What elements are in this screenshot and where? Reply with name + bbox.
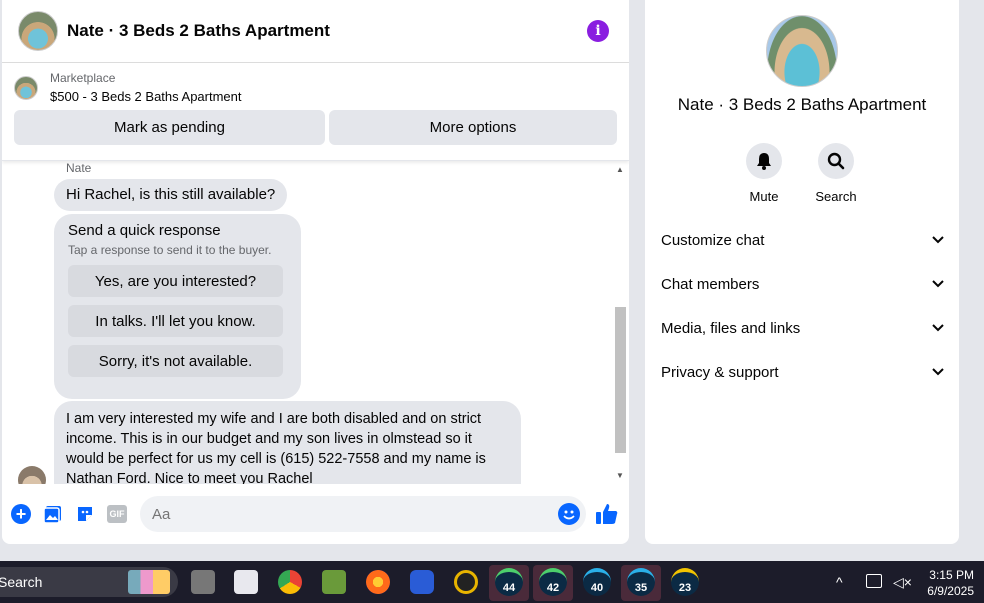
chevron-up-icon[interactable]: ^ [836, 574, 843, 590]
shield-app-icon[interactable] [410, 570, 434, 594]
chevron-down-icon [931, 365, 945, 379]
firefox-icon[interactable] [366, 570, 390, 594]
scrollbar-thumb[interactable] [615, 307, 626, 453]
speedometer-app-icon[interactable]: 40 [583, 568, 611, 596]
speedometer-app-icon[interactable]: 35 [627, 568, 655, 596]
search-icon[interactable] [818, 143, 854, 179]
section-label: Chat members [661, 275, 760, 293]
info-panel: Nate · 3 Beds 2 Baths Apartment Mute Sea… [645, 0, 959, 544]
composer: + GIF [2, 484, 629, 544]
chat-panel: Nate · 3 Beds 2 Baths Apartment i Market… [2, 0, 629, 544]
info-title: Nate · 3 Beds 2 Baths Apartment [677, 95, 927, 114]
task-view-icon[interactable] [191, 570, 215, 594]
quick-response-card: Send a quick response Tap a response to … [54, 214, 301, 399]
listing-avatar[interactable] [18, 11, 58, 51]
sender-name: Nate [66, 161, 92, 175]
taskbar-search[interactable]: Search [0, 567, 178, 597]
section-media-files-links[interactable]: Media, files and links [661, 306, 945, 350]
chevron-down-icon [931, 321, 945, 335]
network-icon[interactable] [866, 574, 882, 588]
search-button[interactable]: Search [806, 143, 866, 204]
mute-button[interactable]: Mute [734, 143, 794, 204]
chrome-icon[interactable] [278, 570, 302, 594]
x-app-icon[interactable] [454, 570, 478, 594]
chevron-down-icon [931, 277, 945, 291]
message-bubble[interactable]: I am very interested my wife and I are b… [54, 401, 521, 484]
listing-thumbnail[interactable] [14, 75, 38, 100]
message-input[interactable] [152, 505, 552, 523]
scroll-down-icon[interactable]: ▼ [616, 471, 624, 480]
quick-response-in-talks-button[interactable]: In talks. I'll let you know. [68, 305, 283, 337]
clock-date: 6/9/2025 [927, 584, 974, 598]
gif-icon[interactable]: GIF [106, 503, 128, 525]
quick-response-not-available-button[interactable]: Sorry, it's not available. [68, 345, 283, 377]
mute-label: Mute [749, 189, 779, 204]
quick-response-title: Send a quick response [68, 222, 221, 239]
search-label: Search [815, 189, 857, 204]
quick-response-yes-button[interactable]: Yes, are you interested? [68, 265, 283, 297]
photo-icon[interactable] [42, 503, 64, 525]
section-label: Privacy & support [661, 363, 779, 381]
bell-icon[interactable] [746, 143, 782, 179]
snipping-tool-icon[interactable] [234, 570, 258, 594]
sticker-icon[interactable] [74, 503, 96, 525]
section-label: Media, files and links [661, 319, 801, 337]
sender-avatar [18, 466, 46, 484]
spreadsheet-icon[interactable] [322, 570, 346, 594]
listing-avatar-large [766, 15, 838, 87]
listing-title[interactable]: $500 - 3 Beds 2 Baths Apartment [50, 89, 242, 104]
scroll-up-icon[interactable]: ▲ [616, 165, 624, 174]
section-privacy-support[interactable]: Privacy & support [661, 350, 945, 394]
clock-time: 3:15 PM [929, 568, 974, 582]
message-list[interactable]: Nate Hi Rachel, is this still available?… [2, 161, 612, 484]
more-options-button[interactable]: More options [329, 110, 617, 145]
section-label: Customize chat [661, 231, 765, 249]
section-customize-chat[interactable]: Customize chat [661, 218, 945, 262]
info-icon[interactable]: i [587, 20, 609, 42]
plus-icon[interactable]: + [10, 503, 32, 525]
section-chat-members[interactable]: Chat members [661, 262, 945, 306]
search-highlight-icon [128, 570, 170, 594]
chat-header: Nate · 3 Beds 2 Baths Apartment i [2, 0, 629, 63]
marketplace-label: Marketplace [50, 71, 116, 85]
emoji-icon[interactable] [558, 503, 580, 525]
message-input-wrapper [140, 496, 586, 532]
thumbs-up-icon[interactable] [595, 502, 619, 531]
chevron-down-icon [931, 233, 945, 247]
clock[interactable]: 3:15 PM 6/9/2025 [927, 567, 974, 599]
message-bubble[interactable]: Hi Rachel, is this still available? [54, 179, 288, 211]
speedometer-app-icon[interactable]: 44 [495, 568, 523, 596]
chat-title[interactable]: Nate · 3 Beds 2 Baths Apartment [67, 21, 330, 41]
mark-as-pending-button[interactable]: Mark as pending [14, 110, 325, 145]
marketplace-banner: Marketplace $500 - 3 Beds 2 Baths Apartm… [2, 63, 629, 161]
quick-response-subtitle: Tap a response to send it to the buyer. [68, 243, 272, 257]
speedometer-app-icon[interactable]: 23 [671, 568, 699, 596]
speedometer-app-icon[interactable]: 42 [539, 568, 567, 596]
scrollbar[interactable]: ▲ ▼ [613, 161, 627, 484]
taskbar-search-label: Search [0, 574, 43, 590]
taskbar: Search 44 42 40 35 23 ^ ◁× 3:15 PM 6/9/2… [0, 561, 984, 603]
volume-muted-icon[interactable]: ◁× [893, 574, 912, 591]
